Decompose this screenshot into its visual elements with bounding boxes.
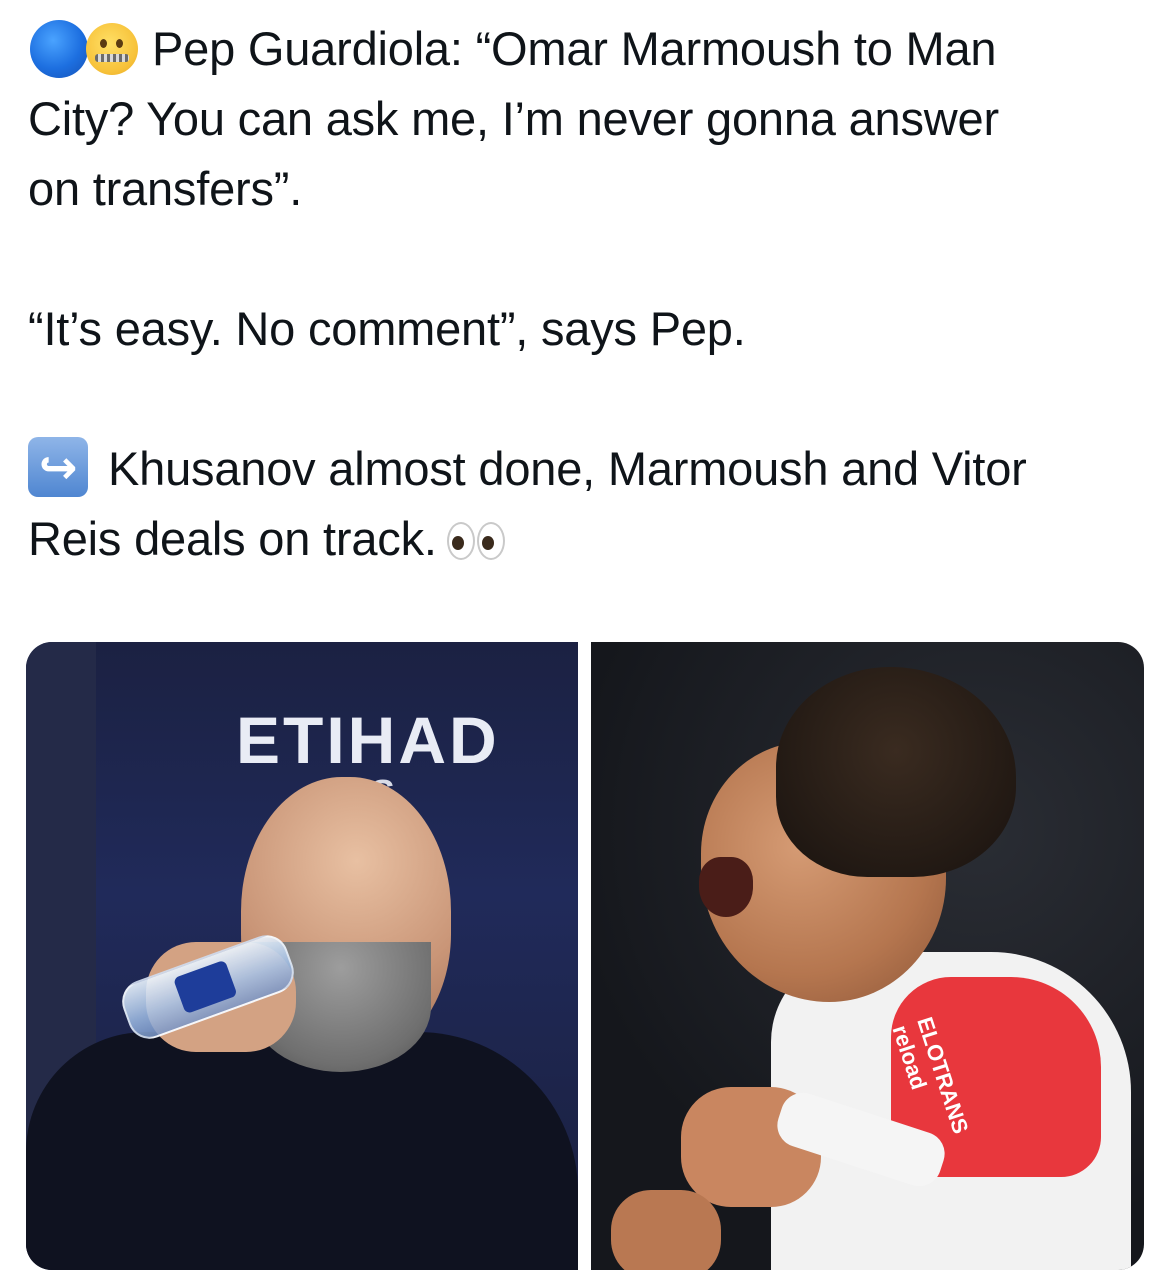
tweet-line-2: City? You can ask me, I’m never gonna an… [28, 92, 999, 145]
photo-guardiola[interactable]: ETIHAD AYS [26, 642, 578, 1270]
eyes-icon [446, 521, 505, 560]
tweet-line-4: “It’s easy. No comment”, says Pep. [28, 302, 746, 355]
right-arrow-curving-left-icon: ↪ [28, 436, 88, 497]
tweet-line-6: Reis deals on track. [28, 504, 1143, 574]
tweet-line-5: ↪ Khusanov almost done, Marmoush and Vito… [28, 434, 1143, 504]
etihad-banner-text: ETIHAD [236, 703, 500, 777]
tweet-line-1: Pep Guardiola: “Omar Marmoush to Man [28, 14, 1143, 84]
blue-circle-icon [30, 19, 88, 78]
photo-marmoush[interactable]: ELOTRANS reload [591, 642, 1144, 1270]
tweet-text: Pep Guardiola: “Omar Marmoush to Man Cit… [28, 14, 1143, 574]
zipper-mouth-face-icon [86, 22, 138, 75]
tweet-post: Pep Guardiola: “Omar Marmoush to Man Cit… [0, 0, 1170, 1272]
tweet-line-3: on transfers”. [28, 162, 303, 215]
